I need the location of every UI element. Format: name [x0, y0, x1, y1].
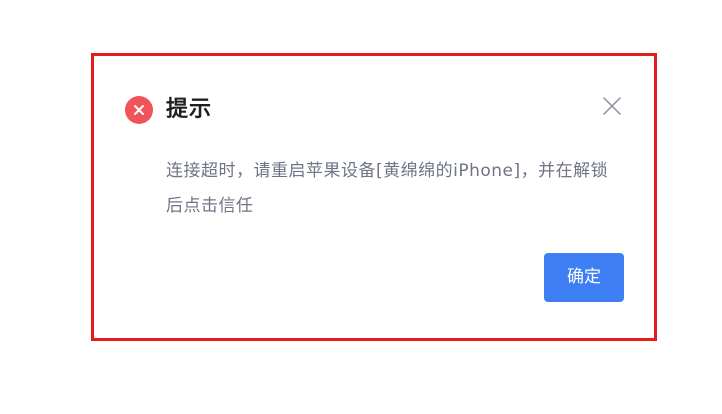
dialog-message: 连接超时，请重启苹果设备[黄绵绵的iPhone]，并在解锁后点击信任	[166, 161, 609, 216]
close-icon[interactable]	[600, 94, 624, 118]
page: 提示 连接超时，请重启苹果设备[黄绵绵的iPhone]，并在解锁后点击信任 确定	[0, 0, 722, 414]
confirm-button[interactable]: 确定	[544, 253, 624, 302]
error-circle-icon	[125, 96, 153, 124]
error-x-glyph	[134, 105, 144, 115]
dialog-title: 提示	[166, 97, 213, 122]
alert-dialog: 提示 连接超时，请重启苹果设备[黄绵绵的iPhone]，并在解锁后点击信任 确定	[91, 53, 657, 341]
